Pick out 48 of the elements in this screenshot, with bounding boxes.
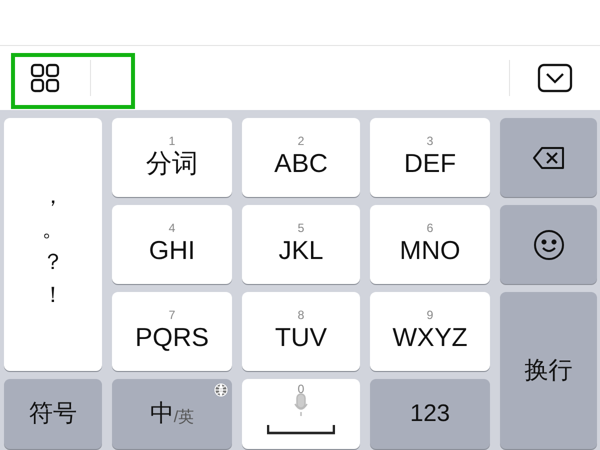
key-label: GHI [148, 234, 196, 267]
chevron-down-icon [537, 63, 573, 93]
emoji-key[interactable] [500, 205, 597, 284]
key-number: 0 [298, 383, 304, 395]
backspace-icon [532, 146, 566, 170]
globe-icon [214, 383, 228, 397]
grid-icon [30, 63, 60, 93]
key-number: 5 [298, 222, 304, 234]
space-bar-icon [267, 425, 335, 435]
letter-key[interactable]: 4 GHI [112, 205, 232, 284]
punctuation-key[interactable]: ？ [30, 244, 76, 278]
letter-key[interactable]: 5 JKL [242, 205, 360, 284]
key-number: 2 [298, 135, 304, 148]
key-label: DEF [404, 147, 456, 180]
key-label: WXYZ [392, 321, 468, 354]
punctuation-key[interactable]: 。 [30, 212, 76, 244]
punctuation-key[interactable]: ， [30, 178, 76, 212]
key-label: PQRS [135, 321, 209, 354]
key-number: 9 [426, 309, 434, 322]
smiley-icon [532, 228, 564, 260]
key-number: 4 [168, 222, 176, 234]
language-key[interactable]: 中/英 [112, 379, 232, 449]
numbers-key[interactable]: 123 [370, 379, 490, 449]
key-label: 分词 [146, 147, 198, 180]
letter-key[interactable]: 7 PQRS [112, 292, 232, 371]
key-number: 1 [168, 135, 176, 148]
symbols-key[interactable]: 符号 [4, 379, 102, 449]
key-label: MNO [400, 234, 460, 267]
key-label: TUV [275, 321, 327, 354]
space-key[interactable]: 0 [242, 379, 360, 449]
key-number: 7 [168, 309, 176, 322]
key-sublabel: /英 [174, 408, 194, 428]
letter-key[interactable]: 9 WXYZ [370, 292, 490, 371]
key-label: ABC [274, 147, 328, 180]
key-number: 8 [298, 309, 304, 322]
letter-key[interactable]: 1 分词 [112, 118, 232, 197]
key-label: 中 [150, 399, 174, 429]
letter-key[interactable]: 2 ABC [242, 118, 360, 197]
letter-key[interactable]: 8 TUV [242, 292, 360, 371]
enter-key[interactable]: 换行 [500, 292, 597, 449]
key-label: JKL [278, 234, 324, 267]
key-number: 6 [426, 222, 434, 234]
letter-key[interactable]: 3 DEF [370, 118, 490, 197]
key-number: 3 [426, 135, 434, 148]
microphone-icon [294, 393, 308, 417]
letter-key[interactable]: 6 MNO [370, 205, 490, 284]
punctuation-key[interactable]: ！ [30, 278, 76, 310]
backspace-key[interactable] [500, 118, 597, 197]
